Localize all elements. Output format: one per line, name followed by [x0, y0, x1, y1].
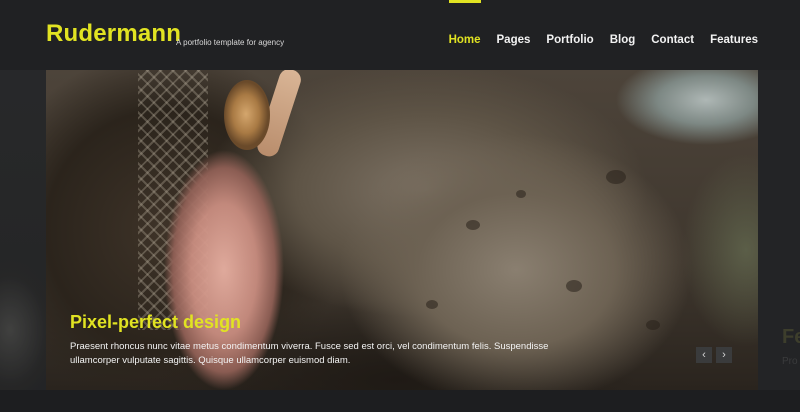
previous-slide-peek — [0, 70, 46, 390]
nav-item-blog[interactable]: Blog — [610, 34, 636, 46]
nav-item-portfolio[interactable]: Portfolio — [546, 34, 593, 46]
site-header: Rudermann A portfolio template for agenc… — [0, 0, 800, 70]
slide-caption-title: Pixel-perfect design — [70, 312, 242, 332]
slider-prev-button[interactable]: ‹ — [696, 347, 712, 363]
chevron-right-icon: › — [722, 349, 726, 361]
rock-texture — [516, 190, 526, 198]
next-slide-peek-text: Pro — [782, 356, 798, 367]
brand-title[interactable]: Rudermann — [46, 20, 181, 48]
next-slide-peek: Fe Pro — [758, 70, 800, 390]
brand-tagline: A portfolio template for agency — [176, 38, 285, 47]
rock-texture — [466, 220, 480, 230]
rock-texture — [606, 170, 626, 184]
page-band — [0, 390, 800, 412]
slide-caption-text: Praesent rhoncus nunc vitae metus condim… — [70, 341, 549, 366]
rock-texture — [566, 280, 582, 292]
nav-item-pages[interactable]: Pages — [497, 34, 531, 46]
next-slide-peek-title: Fe — [782, 326, 800, 348]
rock-texture — [646, 320, 660, 330]
slider-next-button[interactable]: › — [716, 347, 732, 363]
rock-texture — [426, 300, 438, 309]
nav-item-home[interactable]: Home — [448, 0, 481, 46]
chevron-left-icon: ‹ — [702, 349, 706, 361]
nav-item-features[interactable]: Features — [710, 34, 758, 46]
woman-head-image — [224, 80, 270, 150]
nav-item-contact[interactable]: Contact — [651, 34, 694, 46]
hero-slider: Pixel-perfect design Praesent rhoncus nu… — [46, 70, 758, 390]
main-nav: Home Pages Portfolio Blog Contact Featur… — [448, 0, 758, 46]
